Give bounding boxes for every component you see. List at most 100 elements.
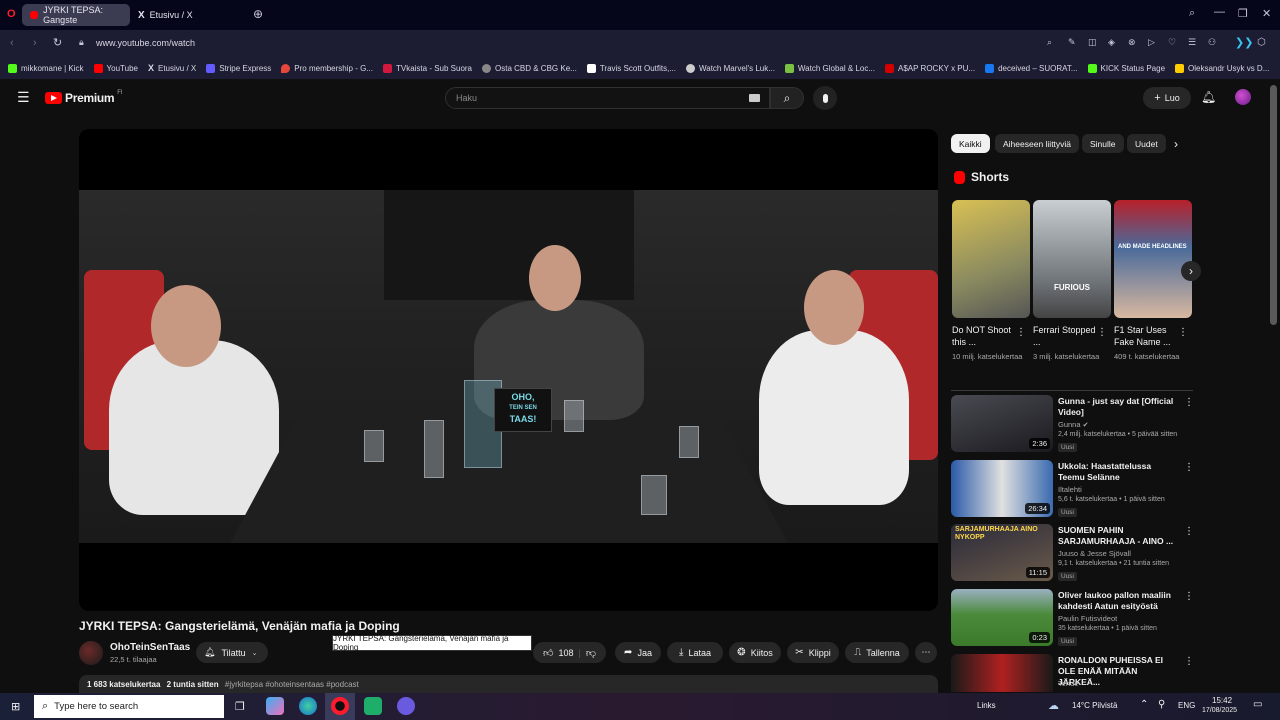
channel-avatar[interactable] (79, 641, 103, 665)
chip-for-you[interactable]: Sinulle (1082, 134, 1124, 153)
hamburger-menu-icon[interactable]: ☰ (17, 89, 30, 106)
bookmark[interactable]: Watch Global & Loc... (784, 63, 875, 73)
channel-name[interactable]: OhoTeinSenTaas (110, 642, 190, 653)
heart-icon[interactable]: ♡ (1168, 37, 1176, 48)
spreadsheet-app-icon[interactable] (364, 697, 382, 715)
bookmark[interactable]: TVkaista - Sub Suora (382, 63, 472, 73)
bookmark[interactable]: Watch Marvel's Luk... (686, 63, 775, 73)
shorts-next-button[interactable]: › (1181, 261, 1201, 281)
extension-icon[interactable]: ❯❯ (1235, 36, 1253, 49)
weather-widget[interactable]: 14°C Pilvistä (1072, 701, 1117, 710)
more-actions-button[interactable]: ⋯ (915, 642, 937, 663)
channel-name[interactable]: Paulin Futisvideot (1058, 614, 1117, 623)
share-button[interactable]: ➦ Jaa (615, 642, 661, 663)
recommendation-item[interactable]: RONALDON PUHEISSA EI OLE ENÄÄ MITÄÄN JÄR… (951, 654, 1196, 692)
video-title[interactable]: SUOMEN PAHIN SARJAMURHAAJA - AINO ... (1058, 525, 1178, 547)
search-input[interactable]: Haku (445, 87, 770, 109)
bookmark[interactable]: Travis Scott Outfits,... (586, 63, 676, 73)
avatar[interactable] (1235, 89, 1251, 105)
clip-button[interactable]: ✂ Klippi (787, 642, 839, 663)
opera-icon[interactable] (331, 697, 349, 715)
menu-icon[interactable]: ☰ (1188, 37, 1196, 48)
tab-x[interactable]: X Etusivu / X (130, 4, 201, 26)
search-button[interactable]: ⌕ (770, 87, 804, 109)
like-count[interactable]: 108 (558, 648, 573, 658)
chip-all[interactable]: Kaikki (951, 134, 990, 153)
short-thumbnail[interactable]: FURIOUS (1033, 200, 1111, 318)
chevron-right-icon[interactable]: › (1174, 137, 1178, 151)
new-tab-icon[interactable]: ⊕ (253, 7, 263, 21)
youtube-logo[interactable]: Premium FI (45, 90, 123, 105)
bookmark[interactable]: Oleksandr Usyk vs D... (1175, 63, 1269, 73)
save-button[interactable]: ⎍ Tallenna (845, 642, 909, 663)
play-icon[interactable]: ▷ (1148, 37, 1155, 48)
tab-youtube[interactable]: JYRKI TEPSA: Gangste (22, 4, 130, 26)
more-vertical-icon[interactable]: ⋮ (1016, 327, 1026, 338)
zoom-icon[interactable]: ⌕ (1047, 37, 1052, 48)
short-title[interactable]: F1 Star Uses Fake Name ... (1114, 324, 1178, 348)
thanks-button[interactable]: ❂ Kiitos (729, 642, 781, 663)
edge-icon[interactable] (299, 697, 317, 715)
hashtags[interactable]: #jyrkitepsa #ohoteinsentaas #podcast (225, 680, 359, 689)
windows-start-icon[interactable]: ⊞ (11, 700, 20, 713)
create-button[interactable]: + Luo (1143, 87, 1191, 109)
url-field[interactable]: www.youtube.com/watch (96, 38, 195, 48)
video-player[interactable]: OHO, TEIN SEN TAAS! (79, 129, 938, 611)
more-vertical-icon[interactable]: ⋮ (1184, 591, 1194, 602)
more-vertical-icon[interactable]: ⋮ (1097, 327, 1107, 338)
task-view-icon[interactable]: ❐ (235, 700, 245, 713)
like-icon[interactable]: 👍︎ (543, 647, 553, 659)
clock-time[interactable]: 15:42 (1212, 696, 1232, 705)
recommendation-item[interactable]: SARJAMURHAAJA AINO NYKOPP 11:15 SUOMEN P… (951, 524, 1196, 584)
dislike-icon[interactable]: 👎︎ (586, 647, 596, 659)
chevron-up-icon[interactable]: ⌃ (1140, 699, 1148, 710)
search-tabs-icon[interactable]: ⌕ (1189, 7, 1195, 20)
video-title[interactable]: Gunna - just say dat [Official Video] (1058, 396, 1178, 418)
opera-logo-icon[interactable]: O (7, 8, 16, 20)
description-box[interactable]: 1 683 katselukertaa 2 tuntia sitten #jyr… (79, 675, 938, 695)
profile-icon[interactable]: ⚇ (1208, 37, 1216, 48)
short-thumbnail[interactable] (952, 200, 1030, 318)
video-thumbnail[interactable]: 26:34 (951, 460, 1053, 517)
video-thumbnail[interactable]: SARJAMURHAAJA AINO NYKOPP 11:15 (951, 524, 1053, 581)
recommendation-item[interactable]: 26:34 Ukkola: Haastattelussa Teemu Selän… (951, 460, 1196, 520)
bookmark[interactable]: Stripe Express (206, 63, 271, 73)
subscribed-button[interactable]: 🔔︎ Tilattu ⌄ (196, 642, 268, 663)
bookmark[interactable]: X Etusivu / X (148, 63, 196, 73)
more-vertical-icon[interactable]: ⋮ (1184, 397, 1194, 408)
video-title[interactable]: Oliver laukoo pallon maaliin kahdesti Aa… (1058, 590, 1178, 612)
bookmark[interactable]: A$AP ROCKY x PU... (885, 63, 975, 73)
reload-icon[interactable]: ↻ (53, 36, 62, 49)
short-title[interactable]: Ferrari Stopped ... (1033, 324, 1097, 348)
links-toolbar[interactable]: Links (977, 701, 996, 710)
channel-name[interactable]: Iltalehti (1058, 485, 1082, 494)
bookmark[interactable]: deceived – SUORAT... (985, 63, 1078, 73)
notifications-bell-icon[interactable]: 🔔︎ (1201, 90, 1216, 104)
recommendation-item[interactable]: 2:36 Gunna - just say dat [Official Vide… (951, 395, 1196, 455)
more-vertical-icon[interactable]: ⋮ (1184, 462, 1194, 473)
short-title[interactable]: Do NOT Shoot this ... (952, 324, 1016, 348)
camera-icon[interactable]: ◫ (1088, 37, 1097, 48)
chip-related[interactable]: Aiheeseen liittyviä (995, 134, 1080, 153)
shield-icon[interactable]: ◈ (1108, 37, 1115, 48)
network-icon[interactable]: ⚲ (1158, 699, 1165, 710)
page-scrollbar[interactable] (1270, 85, 1277, 325)
minimize-icon[interactable]: — (1214, 6, 1225, 18)
video-thumbnail[interactable]: 0:23 (951, 589, 1053, 646)
language-indicator[interactable]: ENG (1178, 701, 1195, 710)
maximize-icon[interactable]: ❐ (1238, 7, 1248, 20)
voice-search-button[interactable] (813, 86, 837, 110)
more-vertical-icon[interactable]: ⋮ (1184, 526, 1194, 537)
forward-icon[interactable]: › (33, 37, 37, 49)
bookmark[interactable]: Pro membership - G... (281, 63, 373, 73)
discord-icon[interactable] (397, 697, 415, 715)
short-thumbnail[interactable]: AND MADE HEADLINES (1114, 200, 1192, 318)
channel-name[interactable]: Tende (1058, 679, 1078, 688)
download-button[interactable]: ⤓ Lataa (667, 642, 723, 663)
channel-name[interactable]: Gunna ✔ (1058, 420, 1089, 429)
bookmark[interactable]: YouTube (93, 63, 138, 73)
video-title[interactable]: Ukkola: Haastattelussa Teemu Selänne (1058, 461, 1178, 483)
clock-date[interactable]: 17/08/2025 (1202, 707, 1237, 714)
notification-center-icon[interactable]: ▭ (1253, 699, 1262, 710)
video-thumbnail[interactable] (951, 654, 1053, 692)
